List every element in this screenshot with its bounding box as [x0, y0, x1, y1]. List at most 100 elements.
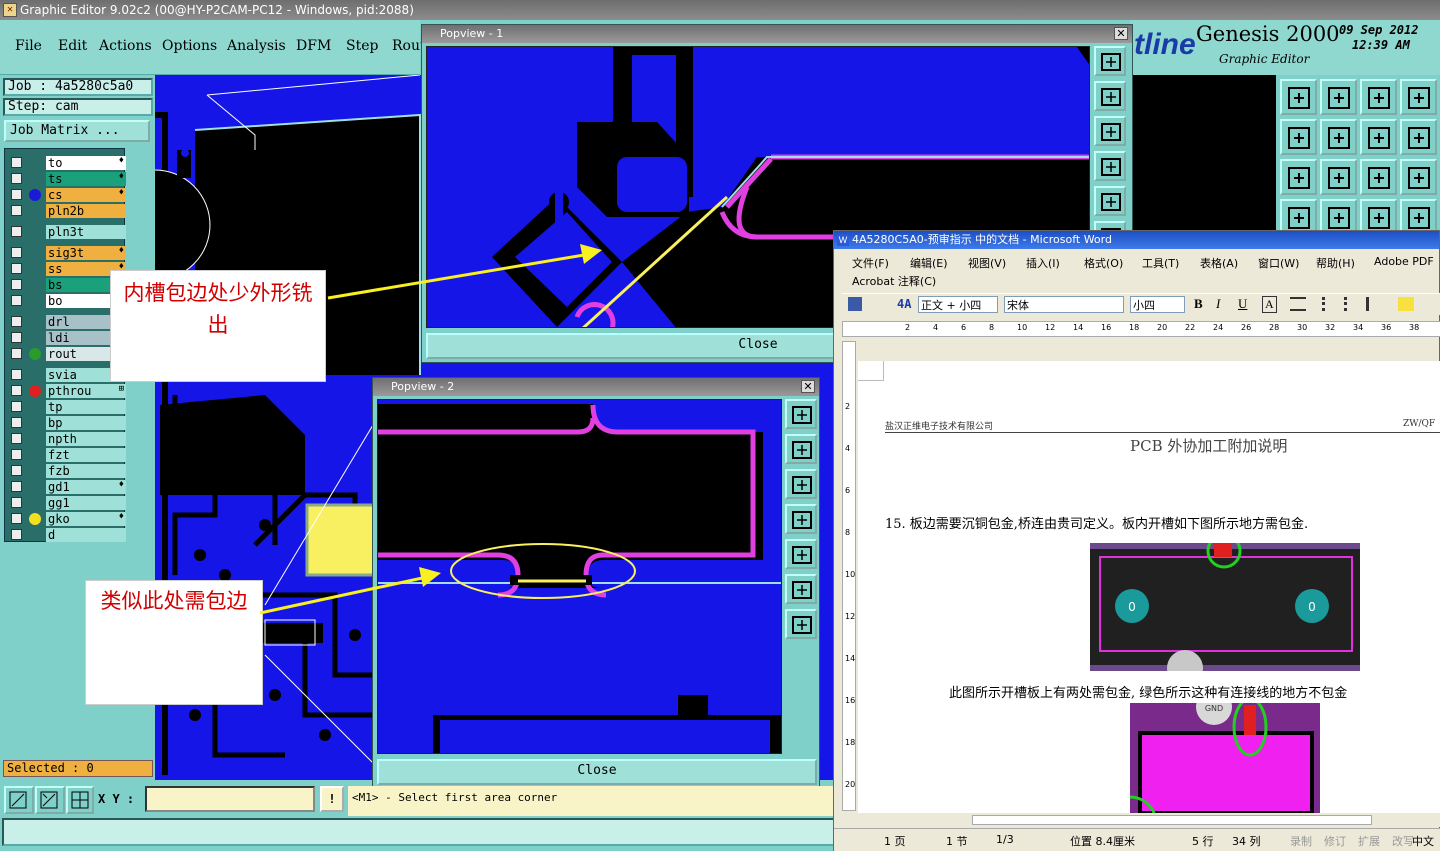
save-icon[interactable]	[848, 297, 862, 311]
layer-row-gg1[interactable]: gg1	[9, 496, 126, 510]
close-icon[interactable]: ✕	[1114, 27, 1128, 40]
word-menu-acrobat[interactable]: Acrobat 注释(C)	[852, 273, 936, 289]
italic-icon[interactable]: I	[1216, 296, 1220, 312]
layer-row-drl[interactable]: drl	[9, 315, 126, 329]
layer-name[interactable]: pln2b	[46, 204, 126, 218]
layer-name[interactable]: cs	[46, 188, 126, 202]
word-menu-item[interactable]: 表格(A)	[1200, 255, 1238, 271]
pan-down-icon[interactable]	[1094, 116, 1126, 146]
bold-icon[interactable]: B	[1194, 296, 1203, 312]
layer-checkbox[interactable]	[11, 279, 22, 290]
layer-checkbox[interactable]	[11, 263, 22, 274]
layer-row-rout[interactable]: rout	[9, 347, 126, 361]
zoom-in-icon[interactable]	[785, 574, 817, 604]
layer-row-gko[interactable]: gko ♦	[9, 512, 126, 526]
word-menu-item[interactable]: 帮助(H)	[1316, 255, 1355, 271]
menu-file[interactable]: File	[15, 38, 42, 54]
numbered-list-icon[interactable]	[1322, 297, 1338, 311]
popview-2-close-button[interactable]: Close	[377, 759, 817, 785]
zoom-window-icon[interactable]	[4, 786, 34, 814]
zoom-fit-icon[interactable]	[1094, 46, 1126, 76]
layer-checkbox[interactable]	[11, 316, 22, 327]
bullet-list-icon[interactable]	[1344, 297, 1360, 311]
font-size-select[interactable]: 小四	[1130, 296, 1185, 313]
layer-name[interactable]: to	[46, 156, 126, 170]
layer-name[interactable]: fzb	[46, 464, 126, 478]
window-icon[interactable]	[1400, 79, 1437, 115]
close-icon[interactable]: ✕	[801, 380, 815, 393]
layer-checkbox[interactable]	[11, 465, 22, 476]
word-document-page[interactable]: 盐汉正维电子技术有限公司 ZW/QF PCB 外协加工附加说明 15. 板边需要…	[858, 361, 1440, 813]
layer-row-sig3t[interactable]: sig3t ♦	[9, 246, 126, 260]
warning-icon[interactable]: !	[320, 786, 344, 812]
layer-checkbox[interactable]	[11, 348, 22, 359]
pan-right-icon[interactable]	[785, 539, 817, 569]
layer-checkbox[interactable]	[11, 332, 22, 343]
arrow-down-box-icon[interactable]	[1320, 79, 1357, 115]
layer-row-pln3t[interactable]: pln3t	[9, 225, 126, 239]
layer-checkbox[interactable]	[11, 173, 22, 184]
menu-edit[interactable]: Edit	[58, 38, 87, 54]
layer-row-bp[interactable]: bp	[9, 416, 126, 430]
layer-checkbox[interactable]	[11, 481, 22, 492]
indent-icon[interactable]	[1366, 297, 1382, 311]
arrow-up-box-icon[interactable]	[1280, 79, 1317, 115]
layer-row-to[interactable]: to ♦	[9, 156, 126, 170]
s-curve-icon[interactable]	[1400, 119, 1437, 155]
layer-checkbox[interactable]	[11, 157, 22, 168]
word-menu-item[interactable]: 编辑(E)	[910, 255, 948, 271]
help-icon[interactable]	[1400, 159, 1437, 195]
font-select[interactable]: 宋体	[1004, 296, 1124, 313]
pan-up-icon[interactable]	[785, 434, 817, 464]
layer-row-tp[interactable]: tp	[9, 400, 126, 414]
layer-row-d[interactable]: d	[9, 528, 126, 542]
word-menu-item[interactable]: 格式(O)	[1084, 255, 1123, 271]
style-select[interactable]: 正文 + 小四	[918, 296, 998, 313]
menu-analysis[interactable]: Analysis	[227, 38, 286, 54]
layer-checkbox[interactable]	[11, 247, 22, 258]
layer-checkbox[interactable]	[11, 433, 22, 444]
layer-name[interactable]: ts	[46, 172, 126, 186]
menu-step[interactable]: Step	[346, 38, 378, 54]
word-menu-item[interactable]: 插入(I)	[1026, 255, 1060, 271]
layer-row-ts[interactable]: ts ♦	[9, 172, 126, 186]
layer-row-gd1[interactable]: gd1 ♦	[9, 480, 126, 494]
center-icon[interactable]	[1320, 159, 1357, 195]
layer-row-npth[interactable]: npth	[9, 432, 126, 446]
zoom-out-icon[interactable]	[785, 609, 817, 639]
layer-checkbox[interactable]	[11, 513, 22, 524]
layer-name[interactable]: tp	[46, 400, 126, 414]
fit-icon[interactable]	[1280, 159, 1317, 195]
vertical-ruler[interactable]: 2 4 6 8 10 12 14 16 18 20	[842, 341, 856, 811]
align-icon[interactable]	[1290, 297, 1306, 311]
layer-checkbox[interactable]	[11, 401, 22, 412]
pan-down-icon[interactable]	[785, 469, 817, 499]
measure-icon[interactable]	[35, 786, 65, 814]
layer-row-bs[interactable]: bs	[9, 278, 126, 292]
layer-row-ldi[interactable]: ldi	[9, 331, 126, 345]
pan-right-icon[interactable]	[1094, 186, 1126, 216]
layer-row-bo[interactable]: bo	[9, 294, 126, 308]
layer-name[interactable]: gd1	[46, 480, 126, 494]
word-menu-item[interactable]: 视图(V)	[968, 255, 1006, 271]
layer-row-fzt[interactable]: fzt	[9, 448, 126, 462]
word-menu-item[interactable]: 工具(T)	[1142, 255, 1179, 271]
menu-dfm[interactable]: DFM	[296, 38, 331, 54]
layer-name[interactable]: gko	[46, 512, 126, 526]
layer-checkbox[interactable]	[11, 226, 22, 237]
grid-icon[interactable]	[66, 786, 94, 814]
layer-row-pln2b[interactable]: pln2b	[9, 204, 126, 218]
arrow-right-box-icon[interactable]	[1320, 119, 1357, 155]
styles-icon[interactable]: 4A	[897, 297, 911, 311]
layer-name[interactable]: sig3t	[46, 246, 126, 260]
layer-checkbox[interactable]	[11, 417, 22, 428]
layer-name[interactable]: bp	[46, 416, 126, 430]
layer-checkbox[interactable]	[11, 369, 22, 380]
xy-input[interactable]	[145, 786, 315, 812]
layer-name[interactable]: pthrou	[46, 384, 126, 398]
layer-checkbox[interactable]	[11, 497, 22, 508]
layer-row-svia[interactable]: svia	[9, 368, 126, 382]
layer-name[interactable]: fzt	[46, 448, 126, 462]
underline-icon[interactable]: U	[1238, 296, 1247, 312]
layer-name[interactable]: pln3t	[46, 225, 126, 239]
